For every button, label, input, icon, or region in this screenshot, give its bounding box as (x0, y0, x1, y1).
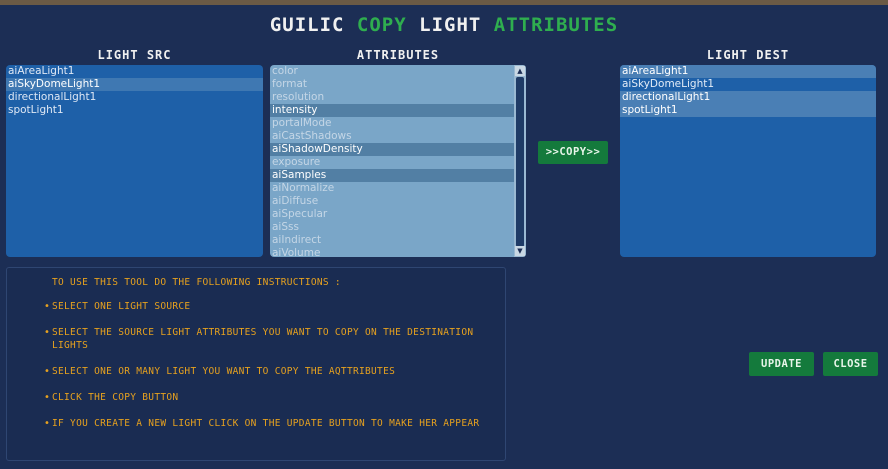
copy-button[interactable]: >>COPY>> (538, 141, 608, 164)
instruction-step: SELECT THE SOURCE LIGHT ATTRIBUTES YOU W… (52, 327, 474, 351)
list-item[interactable]: aiVolume (270, 247, 514, 257)
scroll-up-arrow-icon[interactable]: ▲ (515, 66, 525, 76)
instruction-step: SELECT ONE LIGHT SOURCE (52, 301, 191, 312)
list-item[interactable]: spotLight1 (620, 104, 876, 117)
bullet-icon: • (44, 301, 50, 312)
list-item[interactable]: aiSss (270, 221, 514, 234)
bullet-icon: • (44, 327, 50, 338)
title-part-guilic: GUILIC (269, 14, 345, 36)
attributes-list[interactable]: color format resolution intensity portal… (270, 65, 514, 257)
list-item[interactable]: directionalLight1 (620, 91, 876, 104)
attributes-scrollbar[interactable]: ▲ ▼ (514, 65, 526, 257)
list-item[interactable]: aiCastShadows (270, 130, 514, 143)
scroll-down-arrow-icon[interactable]: ▼ (515, 246, 525, 256)
light-src-header: LIGHT SRC (97, 48, 172, 62)
update-button[interactable]: UPDATE (749, 352, 814, 376)
light-dest-header: LIGHT DEST (706, 48, 790, 62)
light-dest-list[interactable]: aiAreaLight1 aiSkyDomeLight1 directional… (620, 65, 876, 257)
list-item[interactable]: directionalLight1 (6, 91, 263, 104)
list-item[interactable]: aiIndirect (270, 234, 514, 247)
light-src-list[interactable]: aiAreaLight1 aiSkyDomeLight1 directional… (6, 65, 263, 257)
title-part-light: LIGHT (419, 14, 482, 36)
instruction-step: CLICK THE COPY BUTTON (52, 392, 179, 403)
list-item[interactable]: aiAreaLight1 (6, 65, 263, 78)
list-item[interactable]: aiDiffuse (270, 195, 514, 208)
list-item[interactable]: spotLight1 (6, 104, 263, 117)
list-item[interactable]: portalMode (270, 117, 514, 130)
bullet-icon: • (44, 366, 50, 377)
list-item[interactable]: aiSkyDomeLight1 (6, 78, 263, 91)
instruction-step: IF YOU CREATE A NEW LIGHT CLICK ON THE U… (52, 418, 480, 429)
close-button[interactable]: CLOSE (823, 352, 878, 376)
list-item[interactable]: aiShadowDensity (270, 143, 514, 156)
list-item[interactable]: resolution (270, 91, 514, 104)
window-title: GUILIC COPY LIGHT ATTRIBUTES (0, 14, 888, 36)
list-item[interactable]: aiSkyDomeLight1 (620, 78, 876, 91)
list-item[interactable]: aiNormalize (270, 182, 514, 195)
window-top-border (0, 0, 888, 5)
instructions-panel: TO USE THIS TOOL DO THE FOLLOWING INSTRU… (6, 267, 506, 461)
bullet-icon: • (44, 392, 50, 403)
list-item[interactable]: intensity (270, 104, 514, 117)
scrollbar-thumb[interactable] (516, 77, 524, 247)
list-item[interactable]: aiSpecular (270, 208, 514, 221)
list-item[interactable]: format (270, 78, 514, 91)
instructions-heading: TO USE THIS TOOL DO THE FOLLOWING INSTRU… (52, 277, 341, 288)
list-item[interactable]: aiSamples (270, 169, 514, 182)
attributes-header: ATTRIBUTES (356, 48, 440, 62)
list-item[interactable]: color (270, 65, 514, 78)
list-item[interactable]: aiAreaLight1 (620, 65, 876, 78)
title-part-attributes: ATTRIBUTES (493, 14, 619, 36)
bullet-icon: • (44, 418, 50, 429)
list-item[interactable]: exposure (270, 156, 514, 169)
title-part-copy: COPY (356, 14, 407, 36)
instruction-step: SELECT ONE OR MANY LIGHT YOU WANT TO COP… (52, 366, 396, 377)
